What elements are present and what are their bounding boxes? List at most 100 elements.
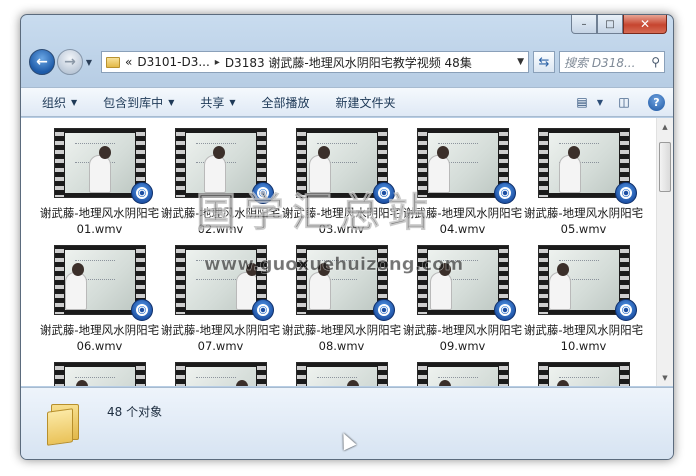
film-strip-edge [54,129,64,197]
file-item[interactable] [160,362,281,386]
scroll-thumb[interactable] [659,142,671,192]
film-strip-edge [54,246,64,314]
video-frame [64,367,135,386]
item-count: 48 个对象 [107,405,163,419]
breadcrumb-parent[interactable]: D3101-D3... [137,55,209,69]
film-strip-edge [175,129,185,197]
share-label: 共享 [200,95,225,110]
organize-button[interactable]: 组织 ▼ [29,91,90,113]
film-strip-edge [296,363,306,386]
presenter-figure [548,272,571,310]
presenter-figure [308,272,331,310]
film-strip-edge [135,363,145,386]
play-all-button[interactable]: 全部播放 [249,91,323,113]
preview-pane-icon[interactable]: ◫ [612,91,636,113]
view-dropdown-icon[interactable]: ▼ [594,91,606,113]
new-folder-button[interactable]: 新建文件夹 [323,91,409,113]
media-player-icon [130,182,153,204]
presenter-head [567,146,580,159]
video-frame [64,250,135,310]
view-options-icon[interactable]: ▤ [570,91,594,113]
scroll-up-icon[interactable]: ▲ [657,118,673,135]
whiteboard-writing [195,377,236,386]
video-thumbnail [537,362,630,386]
media-player-icon [372,299,395,321]
film-strip-edge [538,246,548,314]
file-name: 谢武藤-地理风水阴阳宅01.wmv [39,206,160,236]
video-thumbnail [537,128,637,204]
file-name: 谢武藤-地理风水阴阳宅07.wmv [160,323,281,353]
forward-button[interactable]: → [57,49,83,75]
breadcrumb-current[interactable]: D3183 谢武藤-地理风水阴阳宅教学视频 48集 [225,54,472,71]
address-overflow[interactable]: « [125,55,132,69]
video-thumbnail [416,362,509,386]
maximize-button[interactable]: □ [597,15,623,34]
presenter-head [436,146,449,159]
address-bar[interactable]: « D3101-D3... ▸ D3183 谢武藤-地理风水阴阳宅教学视频 48… [101,51,529,73]
refresh-button[interactable]: ⇆ [533,51,555,73]
search-placeholder: 搜索 D318... [564,55,636,70]
file-item[interactable] [523,362,644,386]
presenter-head [212,146,225,159]
file-name: 谢武藤-地理风水阴阳宅05.wmv [523,206,644,236]
video-frame [427,133,498,193]
include-in-library-button[interactable]: 包含到库中 ▼ [90,91,187,113]
file-item[interactable] [39,362,160,386]
view-controls: ▤ ▼ ◫ ? [564,91,673,113]
watermark-url: www.guoxuehuizong.com [204,254,464,276]
file-item[interactable] [402,362,523,386]
address-dropdown-icon[interactable]: ▼ [517,57,524,67]
presenter-head [556,263,569,276]
film-strip-edge [54,363,64,386]
video-thumbnail [53,128,153,204]
share-button[interactable]: 共享 ▼ [187,91,248,113]
video-frame [548,250,619,310]
media-player-icon [493,182,516,204]
chevron-down-icon: ▼ [168,97,175,107]
film-strip-edge [619,363,629,386]
file-name: 谢武藤-地理风水阴阳宅08.wmv [281,323,402,353]
presenter-head [438,380,451,386]
video-frame [185,367,256,386]
navigation-bar: ← → ▼ « D3101-D3... ▸ D3183 谢武藤-地理风水阴阳宅教… [29,47,665,77]
minimize-button[interactable]: – [571,15,597,34]
file-item[interactable]: 谢武藤-地理风水阴阳宅05.wmv [523,128,644,241]
back-button[interactable]: ← [29,49,55,75]
vertical-scrollbar[interactable]: ▲ ▼ [656,118,673,386]
file-list-area[interactable]: 谢武藤-地理风水阴阳宅01.wmv 谢武藤-地理风水阴阳宅02.wmv 谢武藤-地理… [21,118,673,386]
caption-buttons: – □ ✕ [571,15,667,35]
video-thumbnail [174,362,267,386]
film-strip-edge [538,129,548,197]
help-icon[interactable]: ? [648,93,665,111]
file-item[interactable] [281,362,402,386]
recent-pages-dropdown[interactable]: ▼ [83,58,95,67]
details-pane: 48 个对象 [21,387,673,459]
media-player-icon [614,299,637,321]
chevron-down-icon: ▼ [229,97,236,107]
file-name: 谢武藤-地理风水阴阳宅06.wmv [39,323,160,353]
close-button[interactable]: ✕ [623,15,667,34]
presenter-head [235,380,248,386]
folder-icon [106,56,120,68]
video-frame [548,133,619,193]
file-item[interactable]: 谢武藤-地理风水阴阳宅10.wmv [523,245,644,358]
breadcrumb-separator-icon[interactable]: ▸ [215,57,220,68]
chevron-down-icon: ▼ [71,97,78,107]
presenter-figure [88,155,111,193]
file-item[interactable]: 谢武藤-地理风水阴阳宅01.wmv [39,128,160,241]
file-item[interactable]: 谢武藤-地理风水阴阳宅06.wmv [39,245,160,358]
presenter-head [75,380,88,386]
video-frame [64,133,135,193]
film-strip-edge [538,363,548,386]
presenter-head [71,263,84,276]
film-strip-edge [417,363,427,386]
video-thumbnail [295,362,388,386]
watermark-title: 国学汇总站 [196,190,436,237]
video-thumbnail [53,362,146,386]
presenter-figure [64,272,87,310]
search-icon[interactable]: ⚲ [651,55,660,69]
search-input[interactable]: 搜索 D318... ⚲ [559,51,665,73]
scroll-down-icon[interactable]: ▼ [657,369,673,386]
media-player-icon [251,299,274,321]
video-thumbnail [537,245,637,321]
